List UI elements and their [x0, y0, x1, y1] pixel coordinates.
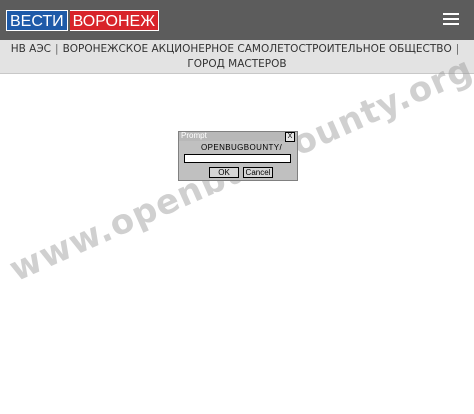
dialog-message: OPENBUGBOUNTY/ [201, 143, 283, 152]
site-logo[interactable]: ВЕСТИ ВОРОНЕЖ [6, 10, 159, 31]
logo-voronezh: ВОРОНЕЖ [69, 10, 159, 31]
top-bar: ВЕСТИ ВОРОНЕЖ [0, 0, 474, 40]
prompt-input[interactable] [184, 154, 291, 163]
nav-separator: | [55, 43, 59, 55]
nav-item-nv-aes[interactable]: НВ АЭС [11, 43, 51, 55]
cancel-button[interactable]: Cancel [243, 167, 273, 178]
prompt-dialog: Prompt X OPENBUGBOUNTY/ OK Cancel [178, 131, 298, 181]
logo-vesti: ВЕСТИ [6, 10, 68, 31]
nav-item-vaso[interactable]: ВОРОНЕЖСКОЕ АКЦИОНЕРНОЕ САМОЛЕТОСТРОИТЕЛ… [63, 43, 452, 55]
hamburger-menu-icon[interactable] [443, 13, 459, 27]
ok-button[interactable]: OK [209, 167, 239, 178]
close-icon[interactable]: X [285, 132, 295, 142]
dialog-title: Prompt [181, 131, 207, 140]
dialog-titlebar: Prompt X [179, 131, 297, 142]
nav-item-gorod-masterov[interactable]: ГОРОД МАСТЕРОВ [187, 58, 286, 70]
category-nav: НВ АЭС | ВОРОНЕЖСКОЕ АКЦИОНЕРНОЕ САМОЛЕТОС… [0, 40, 474, 74]
